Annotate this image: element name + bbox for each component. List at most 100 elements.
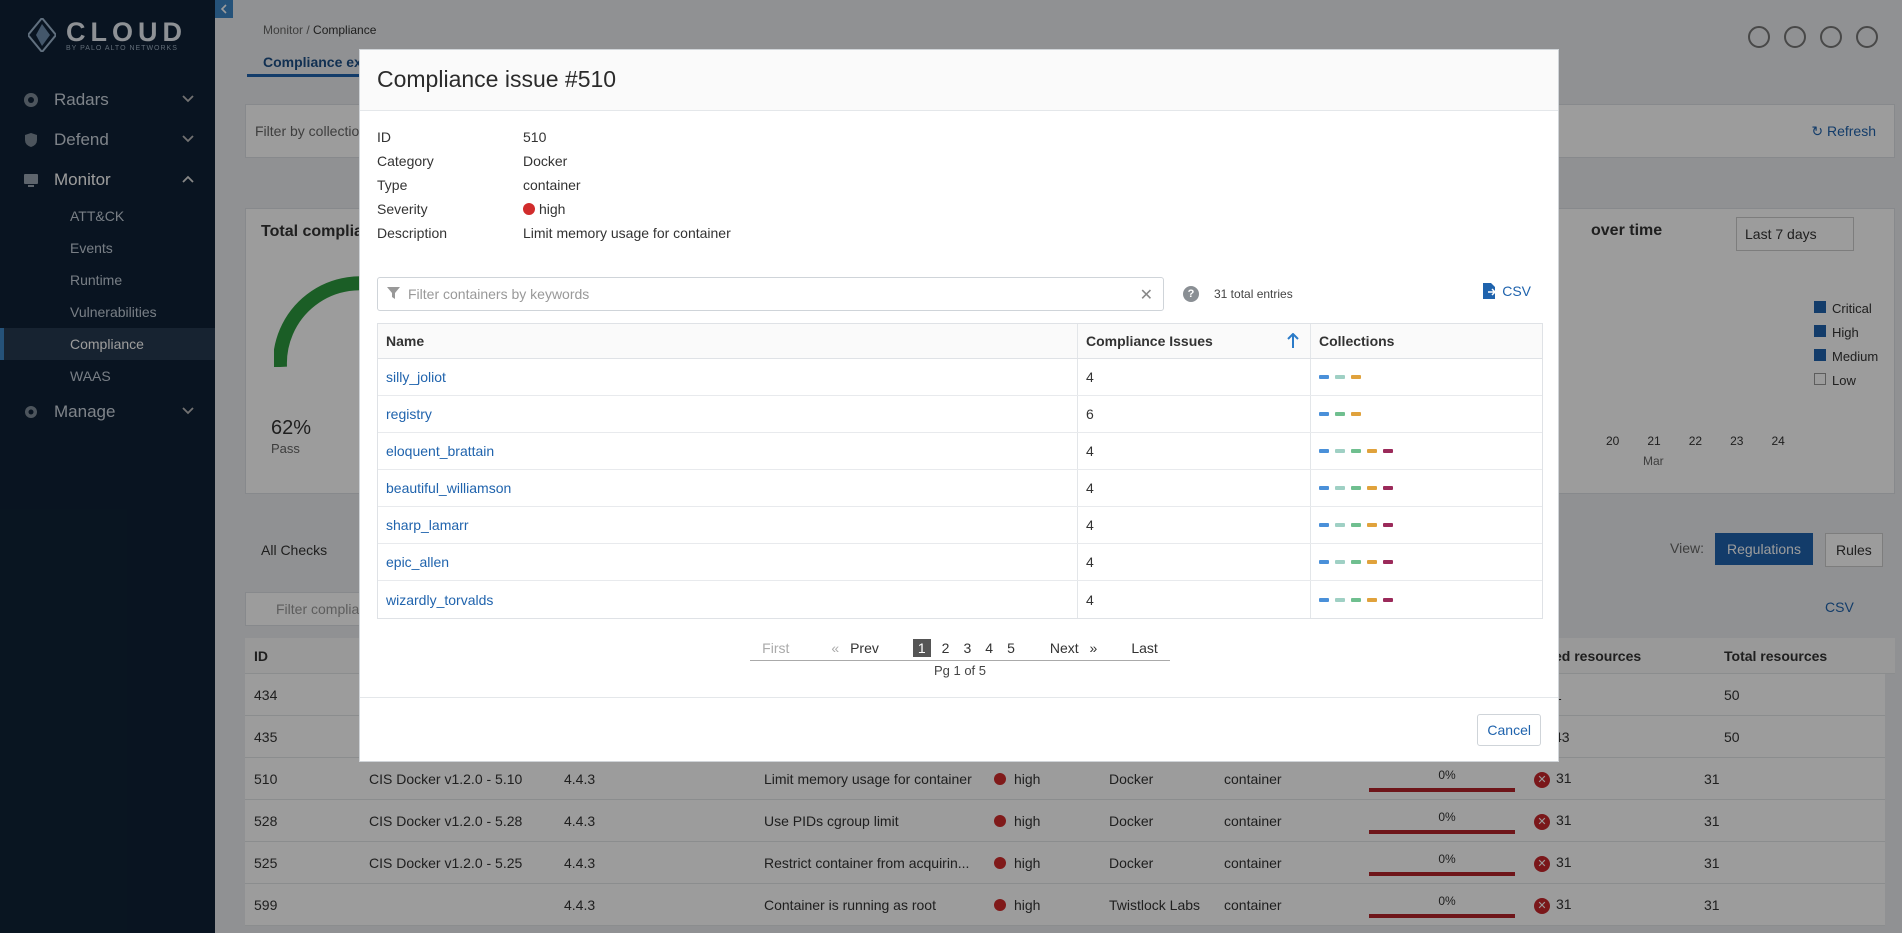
collections-cell xyxy=(1311,507,1542,543)
collection-swatch[interactable] xyxy=(1319,412,1329,416)
collection-swatch[interactable] xyxy=(1335,449,1345,453)
column-name[interactable]: Name xyxy=(378,324,1078,358)
collection-swatch[interactable] xyxy=(1335,486,1345,490)
collection-swatch[interactable] xyxy=(1319,523,1329,527)
container-name-link[interactable]: registry xyxy=(386,406,432,422)
page-button-3[interactable]: 3 xyxy=(956,640,978,656)
container-name-link[interactable]: beautiful_williamson xyxy=(386,480,511,496)
page-info: Pg 1 of 5 xyxy=(933,663,987,678)
csv-label: CSV xyxy=(1502,283,1531,299)
compliance-issue-dialog: Compliance issue #510 ID 510 Category Dock… xyxy=(359,49,1559,762)
collection-swatch[interactable] xyxy=(1351,375,1361,379)
collections-cell xyxy=(1311,359,1542,395)
detail-row-category: Category Docker xyxy=(377,153,568,169)
container-name-link[interactable]: eloquent_brattain xyxy=(386,443,494,459)
help-icon[interactable]: ? xyxy=(1183,286,1199,302)
table-row[interactable]: wizardly_torvalds 4 xyxy=(378,581,1542,618)
collection-swatch[interactable] xyxy=(1383,560,1393,564)
container-name-cell: registry xyxy=(378,396,1078,432)
pagination: First « Prev 1 2 3 4 5 Next » Last xyxy=(750,635,1170,661)
dialog-title: Compliance issue #510 xyxy=(360,50,1558,111)
collection-swatch[interactable] xyxy=(1351,412,1361,416)
container-filter: ✕ xyxy=(377,277,1164,311)
collection-swatch[interactable] xyxy=(1335,597,1345,602)
next-page-button[interactable]: Next » xyxy=(1036,640,1104,656)
container-name-cell: eloquent_brattain xyxy=(378,433,1078,469)
containers-toolbar: ✕ ? 31 total entries CSV xyxy=(377,277,1541,311)
container-name-cell: silly_joliot xyxy=(378,359,1078,395)
containers-table: Name Compliance Issues Collections silly… xyxy=(377,323,1543,619)
collection-swatch[interactable] xyxy=(1383,486,1393,490)
container-filter-input[interactable] xyxy=(408,284,1128,304)
collection-swatch[interactable] xyxy=(1319,560,1329,564)
detail-row-id: ID 510 xyxy=(377,129,547,145)
collection-swatch[interactable] xyxy=(1351,523,1361,527)
page-button-2[interactable]: 2 xyxy=(935,640,957,656)
compliance-issues-cell: 4 xyxy=(1078,359,1311,395)
collection-swatch[interactable] xyxy=(1335,560,1345,564)
collection-swatch[interactable] xyxy=(1319,449,1329,453)
first-page-button[interactable]: First xyxy=(755,640,796,656)
collection-swatch[interactable] xyxy=(1367,486,1377,490)
compliance-issues-cell: 4 xyxy=(1078,544,1311,580)
collection-swatch[interactable] xyxy=(1383,523,1393,527)
detail-row-type: Type container xyxy=(377,177,581,193)
collection-swatch[interactable] xyxy=(1351,486,1361,490)
column-collections[interactable]: Collections xyxy=(1311,324,1542,358)
prev-page-button[interactable]: « Prev xyxy=(824,640,892,656)
collections-cell xyxy=(1311,396,1542,432)
collection-swatch[interactable] xyxy=(1319,486,1329,490)
collection-swatch[interactable] xyxy=(1335,523,1345,527)
collection-swatch[interactable] xyxy=(1383,449,1393,453)
container-name-link[interactable]: wizardly_torvalds xyxy=(386,592,493,608)
page-button-4[interactable]: 4 xyxy=(978,640,1000,656)
collection-swatch[interactable] xyxy=(1351,560,1361,564)
issue-details: ID 510 Category Docker Type container Sever… xyxy=(360,111,1558,245)
total-entries: 31 total entries xyxy=(1214,287,1293,301)
csv-export-button[interactable]: CSV xyxy=(1482,283,1531,299)
container-name-cell: sharp_lamarr xyxy=(378,507,1078,543)
container-name-cell: wizardly_torvalds xyxy=(378,581,1078,618)
detail-row-description: Description Limit memory usage for contai… xyxy=(377,225,731,241)
collection-swatch[interactable] xyxy=(1351,597,1361,602)
collection-swatch[interactable] xyxy=(1367,523,1377,527)
page-button-1[interactable]: 1 xyxy=(912,638,931,657)
collections-cell xyxy=(1311,470,1542,506)
container-name-link[interactable]: silly_joliot xyxy=(386,369,446,385)
collection-swatch[interactable] xyxy=(1367,449,1377,453)
collection-swatch[interactable] xyxy=(1335,375,1345,379)
collection-swatch[interactable] xyxy=(1319,597,1329,602)
container-name-link[interactable]: epic_allen xyxy=(386,554,449,570)
collection-swatch[interactable] xyxy=(1383,597,1393,602)
severity-dot xyxy=(523,203,535,215)
table-row[interactable]: sharp_lamarr 4 xyxy=(378,507,1542,544)
sort-ascending-icon[interactable] xyxy=(1286,333,1300,349)
collections-cell xyxy=(1311,544,1542,580)
compliance-issues-cell: 4 xyxy=(1078,470,1311,506)
collection-swatch[interactable] xyxy=(1335,412,1345,416)
column-compliance-issues[interactable]: Compliance Issues xyxy=(1078,324,1311,358)
clear-icon[interactable]: ✕ xyxy=(1140,285,1153,305)
compliance-issues-cell: 4 xyxy=(1078,433,1311,469)
compliance-issues-cell: 4 xyxy=(1078,507,1311,543)
container-name-link[interactable]: sharp_lamarr xyxy=(386,517,468,533)
compliance-issues-cell: 6 xyxy=(1078,396,1311,432)
collection-swatch[interactable] xyxy=(1367,560,1377,564)
last-page-button[interactable]: Last xyxy=(1124,640,1164,656)
file-export-icon xyxy=(1483,283,1497,299)
container-name-cell: beautiful_williamson xyxy=(378,470,1078,506)
table-row[interactable]: epic_allen 4 xyxy=(378,544,1542,581)
dialog-footer: Cancel xyxy=(360,697,1558,761)
cancel-button[interactable]: Cancel xyxy=(1477,714,1541,746)
collection-swatch[interactable] xyxy=(1367,597,1377,602)
collection-swatch[interactable] xyxy=(1319,375,1329,379)
collection-swatch[interactable] xyxy=(1351,449,1361,453)
page-button-5[interactable]: 5 xyxy=(1000,640,1022,656)
table-row[interactable]: eloquent_brattain 4 xyxy=(378,433,1542,470)
collections-cell xyxy=(1311,581,1542,618)
table-row[interactable]: beautiful_williamson 4 xyxy=(378,470,1542,507)
collections-cell xyxy=(1311,433,1542,469)
compliance-issues-cell: 4 xyxy=(1078,581,1311,618)
table-row[interactable]: registry 6 xyxy=(378,396,1542,433)
table-row[interactable]: silly_joliot 4 xyxy=(378,359,1542,396)
